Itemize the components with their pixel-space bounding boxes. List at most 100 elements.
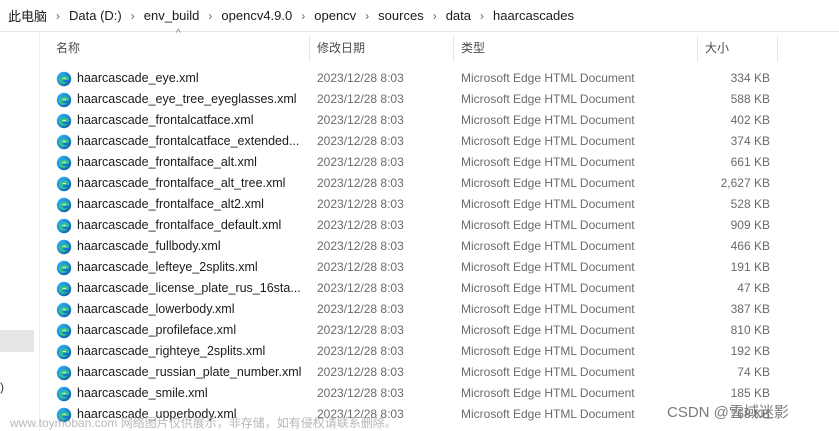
- file-name-cell[interactable]: haarcascade_profileface.xml: [56, 320, 312, 341]
- file-name-cell[interactable]: haarcascade_frontalface_alt2.xml: [56, 194, 312, 215]
- file-row[interactable]: haarcascade_righteye_2splits.xml 2023/12/…: [48, 341, 828, 362]
- file-type: Microsoft Edge HTML Document: [461, 71, 635, 85]
- breadcrumb-separator-icon[interactable]: ›: [124, 9, 142, 23]
- column-header-size[interactable]: 大小: [697, 34, 777, 62]
- file-name-cell[interactable]: haarcascade_eye.xml: [56, 68, 312, 89]
- file-name-cell[interactable]: haarcascade_frontalcatface.xml: [56, 110, 312, 131]
- edge-html-icon: [56, 176, 72, 192]
- file-row[interactable]: haarcascade_russian_plate_number.xml 2023…: [48, 362, 828, 383]
- file-name[interactable]: haarcascade_profileface.xml: [77, 320, 236, 341]
- column-header-name[interactable]: 名称: [48, 34, 309, 62]
- file-size: 661 KB: [730, 155, 770, 169]
- file-name[interactable]: haarcascade_frontalcatface.xml: [77, 110, 253, 131]
- file-type: Microsoft Edge HTML Document: [461, 260, 635, 274]
- breadcrumb-item[interactable]: haarcascades: [491, 8, 576, 23]
- file-type: Microsoft Edge HTML Document: [461, 155, 635, 169]
- file-name[interactable]: haarcascade_license_plate_rus_16sta...: [77, 278, 301, 299]
- column-header-type[interactable]: 类型: [453, 34, 697, 62]
- file-row[interactable]: haarcascade_license_plate_rus_16sta... 20…: [48, 278, 828, 299]
- breadcrumb-separator-icon[interactable]: ›: [473, 9, 491, 23]
- file-name-cell[interactable]: haarcascade_lefteye_2splits.xml: [56, 257, 312, 278]
- breadcrumb-separator-icon[interactable]: ›: [358, 9, 376, 23]
- file-type: Microsoft Edge HTML Document: [461, 323, 635, 337]
- edge-html-icon: [56, 260, 72, 276]
- file-date: 2023/12/28 8:03: [317, 176, 404, 190]
- file-name-cell[interactable]: haarcascade_lowerbody.xml: [56, 299, 312, 320]
- edge-html-icon: [56, 71, 72, 87]
- edge-html-icon: [56, 281, 72, 297]
- edge-html-icon: [56, 239, 72, 255]
- file-date: 2023/12/28 8:03: [317, 197, 404, 211]
- file-row[interactable]: haarcascade_frontalface_default.xml 2023/…: [48, 215, 828, 236]
- breadcrumb-item[interactable]: env_build: [142, 8, 202, 23]
- file-row[interactable]: haarcascade_eye.xml 2023/12/28 8:03 Micros…: [48, 68, 828, 89]
- file-name-cell[interactable]: haarcascade_frontalface_alt.xml: [56, 152, 312, 173]
- file-date: 2023/12/28 8:03: [317, 239, 404, 253]
- file-name[interactable]: haarcascade_frontalface_alt_tree.xml: [77, 173, 285, 194]
- file-name-cell[interactable]: haarcascade_frontalcatface_extended...: [56, 131, 312, 152]
- nav-selected-item[interactable]: [0, 330, 34, 352]
- file-row[interactable]: haarcascade_lefteye_2splits.xml 2023/12/2…: [48, 257, 828, 278]
- breadcrumb-separator-icon[interactable]: ›: [201, 9, 219, 23]
- breadcrumb-separator-icon[interactable]: ›: [426, 9, 444, 23]
- file-name[interactable]: haarcascade_lefteye_2splits.xml: [77, 257, 258, 278]
- edge-html-icon: [56, 92, 72, 108]
- file-name-cell[interactable]: haarcascade_righteye_2splits.xml: [56, 341, 312, 362]
- file-size: 387 KB: [730, 302, 770, 316]
- file-name[interactable]: haarcascade_frontalcatface_extended...: [77, 131, 299, 152]
- file-name-cell[interactable]: haarcascade_frontalface_default.xml: [56, 215, 312, 236]
- file-size: 909 KB: [730, 218, 770, 232]
- file-date: 2023/12/28 8:03: [317, 386, 404, 400]
- column-divider[interactable]: [777, 36, 778, 62]
- file-row[interactable]: haarcascade_profileface.xml 2023/12/28 8:…: [48, 320, 828, 341]
- nav-item-cutoff-text[interactable]: ): [0, 380, 10, 396]
- edge-html-icon: [56, 365, 72, 381]
- edge-html-icon: [56, 197, 72, 213]
- breadcrumb-item[interactable]: 此电脑: [6, 6, 49, 25]
- breadcrumb-item[interactable]: Data (D:): [67, 8, 124, 23]
- file-name[interactable]: haarcascade_eye_tree_eyeglasses.xml: [77, 89, 297, 110]
- file-name[interactable]: haarcascade_smile.xml: [77, 383, 208, 404]
- breadcrumb-separator-icon[interactable]: ›: [49, 9, 67, 23]
- file-date: 2023/12/28 8:03: [317, 218, 404, 232]
- breadcrumb-separator-icon[interactable]: ›: [294, 9, 312, 23]
- file-name-cell[interactable]: haarcascade_fullbody.xml: [56, 236, 312, 257]
- file-row[interactable]: haarcascade_frontalface_alt.xml 2023/12/2…: [48, 152, 828, 173]
- file-row[interactable]: haarcascade_frontalface_alt_tree.xml 2023…: [48, 173, 828, 194]
- breadcrumb-item[interactable]: sources: [376, 8, 426, 23]
- file-row[interactable]: haarcascade_frontalface_alt2.xml 2023/12/…: [48, 194, 828, 215]
- file-row[interactable]: haarcascade_eye_tree_eyeglasses.xml 2023/…: [48, 89, 828, 110]
- breadcrumb-item[interactable]: opencv4.9.0: [219, 8, 294, 23]
- file-size: 192 KB: [730, 344, 770, 358]
- file-name-cell[interactable]: haarcascade_license_plate_rus_16sta...: [56, 278, 312, 299]
- file-name-cell[interactable]: haarcascade_frontalface_alt_tree.xml: [56, 173, 312, 194]
- file-name-cell[interactable]: haarcascade_russian_plate_number.xml: [56, 362, 312, 383]
- file-type: Microsoft Edge HTML Document: [461, 281, 635, 295]
- file-size: 810 KB: [730, 323, 770, 337]
- breadcrumb-item[interactable]: opencv: [312, 8, 358, 23]
- column-header-date[interactable]: 修改日期: [309, 34, 453, 62]
- file-name[interactable]: haarcascade_fullbody.xml: [77, 236, 221, 257]
- file-type: Microsoft Edge HTML Document: [461, 113, 635, 127]
- file-row[interactable]: haarcascade_frontalcatface.xml 2023/12/28…: [48, 110, 828, 131]
- file-row[interactable]: haarcascade_frontalcatface_extended... 20…: [48, 131, 828, 152]
- file-name[interactable]: haarcascade_russian_plate_number.xml: [77, 362, 301, 383]
- file-size: 2,627 KB: [720, 176, 770, 190]
- file-name[interactable]: haarcascade_frontalface_default.xml: [77, 215, 281, 236]
- file-name[interactable]: haarcascade_lowerbody.xml: [77, 299, 235, 320]
- file-type: Microsoft Edge HTML Document: [461, 197, 635, 211]
- csdn-watermark: CSDN @雪域迷影: [667, 404, 789, 421]
- file-name[interactable]: haarcascade_frontalface_alt2.xml: [77, 194, 264, 215]
- file-name-cell[interactable]: haarcascade_eye_tree_eyeglasses.xml: [56, 89, 312, 110]
- file-row[interactable]: haarcascade_fullbody.xml 2023/12/28 8:03 M…: [48, 236, 828, 257]
- breadcrumb-item[interactable]: data: [444, 8, 473, 23]
- file-name-cell[interactable]: haarcascade_smile.xml: [56, 383, 312, 404]
- file-row[interactable]: haarcascade_lowerbody.xml 2023/12/28 8:03…: [48, 299, 828, 320]
- navigation-pane[interactable]: ): [0, 32, 40, 431]
- file-name[interactable]: haarcascade_righteye_2splits.xml: [77, 341, 265, 362]
- file-date: 2023/12/28 8:03: [317, 302, 404, 316]
- file-list: haarcascade_eye.xml 2023/12/28 8:03 Micros…: [48, 68, 828, 425]
- file-name[interactable]: haarcascade_frontalface_alt.xml: [77, 152, 257, 173]
- file-type: Microsoft Edge HTML Document: [461, 176, 635, 190]
- file-name[interactable]: haarcascade_eye.xml: [77, 68, 199, 89]
